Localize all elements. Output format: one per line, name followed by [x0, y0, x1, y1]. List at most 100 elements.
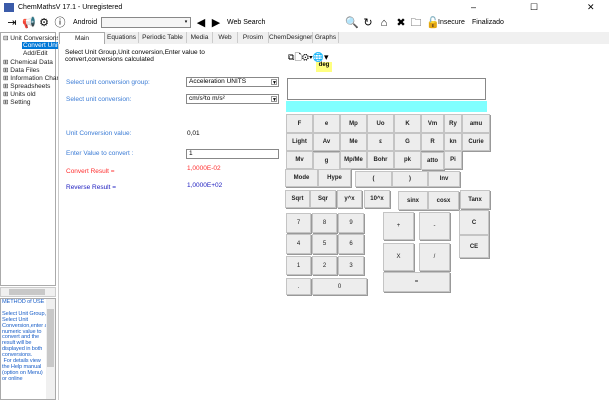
calc-button-bohr[interactable]: Bohr [367, 151, 394, 169]
calc-button-equals[interactable]: = [383, 272, 450, 292]
back-icon[interactable]: ◀ [195, 17, 207, 29]
calc-button-uo[interactable]: Uo [367, 114, 394, 133]
method-scrollbar[interactable] [46, 299, 55, 399]
megaphone-icon[interactable]: 📢 [22, 17, 36, 29]
paste-icon[interactable]: 🗋 [294, 52, 301, 62]
calc-button-atto[interactable]: atto [421, 152, 444, 170]
calc-button-mode[interactable]: Mode [285, 169, 318, 187]
insecure-label[interactable]: Insecure [438, 19, 465, 26]
calc-button-ry[interactable]: Ry [444, 114, 462, 133]
close-icon[interactable]: ✖ [395, 17, 407, 29]
tree-item-add-edit[interactable]: Add/Edit [23, 50, 48, 57]
calc-button-lparen[interactable]: ( [355, 171, 392, 187]
calc-button-sqrt[interactable]: Sqrt [285, 190, 310, 208]
calc-button-minus[interactable]: - [419, 212, 450, 240]
calc-button-g[interactable]: G [394, 133, 421, 151]
calc-button-pk[interactable]: pk [394, 151, 421, 169]
calc-button-mpdivideme[interactable]: Mp/Me [340, 151, 367, 169]
method-of-use-panel: METHOD of USE : Select Unit Group, Selec… [0, 298, 56, 400]
unit-conversion-select[interactable]: cm/s²to m/s² ▼ [186, 94, 279, 104]
tab-prosim[interactable]: Prosim [238, 32, 269, 43]
calc-button-kn[interactable]: kn [444, 133, 462, 151]
globe-icon[interactable]: 🌐▾ [313, 52, 329, 62]
tree-horizontal-scrollbar[interactable] [0, 287, 56, 297]
calc-button-sqr[interactable]: Sqr [310, 190, 336, 208]
calc-button-k[interactable]: K [394, 114, 421, 133]
calc-button-e[interactable]: e [313, 114, 340, 133]
calc-button-inv[interactable]: Inv [428, 171, 460, 187]
calc-button-1[interactable]: 1 [286, 256, 311, 275]
tree-item-unit-conversions[interactable]: ⊟ Unit Conversions [3, 34, 60, 42]
calc-button-ce[interactable]: CE [459, 235, 489, 258]
home-icon[interactable]: ⌂ [378, 17, 390, 29]
calc-button-mp[interactable]: Mp [340, 114, 367, 133]
instructions-text: Select Unit Group,Unit conversion,Enter … [65, 49, 205, 63]
calc-button-vm[interactable]: Vm [421, 114, 444, 133]
tab-media[interactable]: Media [187, 32, 213, 43]
gears-icon[interactable]: ⚙ [38, 17, 50, 29]
calc-button-amu[interactable]: amu [462, 114, 490, 133]
tab-chemdesigner[interactable]: ChemDesigner [269, 32, 313, 43]
unlock-icon[interactable]: 🔓 [426, 17, 440, 29]
calc-button-curie[interactable]: Curie [462, 133, 490, 151]
calc-button-light[interactable]: Light [286, 133, 313, 151]
calc-button-plus[interactable]: + [383, 212, 414, 240]
value-input[interactable]: 1 [186, 149, 279, 159]
calc-button-divide[interactable]: / [419, 243, 450, 271]
group-label: Select unit conversion group: [66, 79, 150, 86]
tree-item-data-files[interactable]: ⊞ Data Files [3, 66, 40, 74]
tab-main-functions[interactable]: Main Functions [59, 32, 105, 53]
calc-button-4[interactable]: 4 [286, 234, 311, 254]
info-icon[interactable]: ⓘ [54, 17, 66, 29]
calc-button-tanx[interactable]: Tanx [460, 190, 490, 209]
calc-button-dot[interactable]: . [286, 278, 311, 295]
android-select[interactable]: ▾ [101, 17, 191, 28]
calc-button-7[interactable]: 7 [286, 213, 311, 233]
refresh-icon[interactable]: ↻ [362, 17, 374, 29]
tree-item-convert-unit[interactable]: Convert Unit [22, 42, 61, 49]
calc-button-ypowx[interactable]: y^x [337, 190, 362, 208]
calc-button-g[interactable]: g [313, 152, 340, 170]
calc-button-10powx[interactable]: 10^x [364, 190, 390, 208]
web-search-link[interactable]: Web Search [227, 19, 265, 26]
calc-button-0[interactable]: 0 [312, 278, 367, 295]
calc-button-x[interactable]: X [383, 243, 414, 271]
calc-button-epsilon[interactable]: ε [367, 133, 394, 151]
tree-item-information-charts[interactable]: ⊞ Information Charts [3, 74, 64, 82]
search-icon[interactable]: 🔍 [345, 17, 359, 29]
tab-graphs[interactable]: Graphs [313, 32, 339, 43]
tree-item-setting[interactable]: ⊞ Setting [3, 98, 31, 106]
calc-button-r[interactable]: R [421, 133, 444, 151]
unit-group-select[interactable]: Acceleration UNITS ▼ [186, 77, 279, 87]
calc-button-8[interactable]: 8 [312, 213, 337, 233]
calc-button-c[interactable]: C [459, 210, 489, 235]
tree-item-spreadsheets[interactable]: ⊞ Spreadsheets [3, 82, 50, 90]
calc-button-6[interactable]: 6 [338, 234, 364, 254]
calc-button-5[interactable]: 5 [312, 234, 337, 254]
exit-icon[interactable]: ⇥ [6, 17, 18, 29]
calc-button-av[interactable]: Av [313, 133, 340, 151]
calc-button-me[interactable]: Me [340, 133, 367, 151]
calc-button-f[interactable]: F [286, 114, 313, 133]
folder-icon[interactable]: 🗀 [410, 17, 422, 29]
calc-button-pi[interactable]: Pi [444, 151, 462, 169]
calc-button-9[interactable]: 9 [338, 213, 364, 233]
tab-web[interactable]: Web [213, 32, 238, 43]
unit-group-value: Acceleration UNITS [189, 78, 247, 85]
forward-icon[interactable]: ▶ [210, 17, 222, 29]
tree-item-units-old[interactable]: ⊞ Units old [3, 90, 36, 98]
tree-item-chemical-data[interactable]: ⊞ Chemical Data [3, 58, 53, 66]
tab-equations[interactable]: Equations [105, 32, 139, 43]
calc-button-3[interactable]: 3 [338, 256, 364, 275]
reverse-result-label: Reverse Result = [66, 184, 117, 191]
calc-button-mv[interactable]: Mv [286, 151, 313, 169]
calc-button-cosx[interactable]: cosx [428, 191, 459, 210]
calc-button-2[interactable]: 2 [312, 256, 337, 275]
tab-periodic-table[interactable]: Periodic Table [139, 32, 187, 43]
calc-button-sinx[interactable]: sinx [398, 191, 428, 210]
calc-button-hype[interactable]: Hype [318, 169, 351, 187]
calc-button-rparen[interactable]: ) [392, 171, 428, 187]
finalizado-label[interactable]: Finalizado [472, 19, 504, 26]
minimize-button[interactable]: – [471, 2, 476, 12]
settings-icon[interactable]: ⚙▾ [302, 52, 313, 62]
